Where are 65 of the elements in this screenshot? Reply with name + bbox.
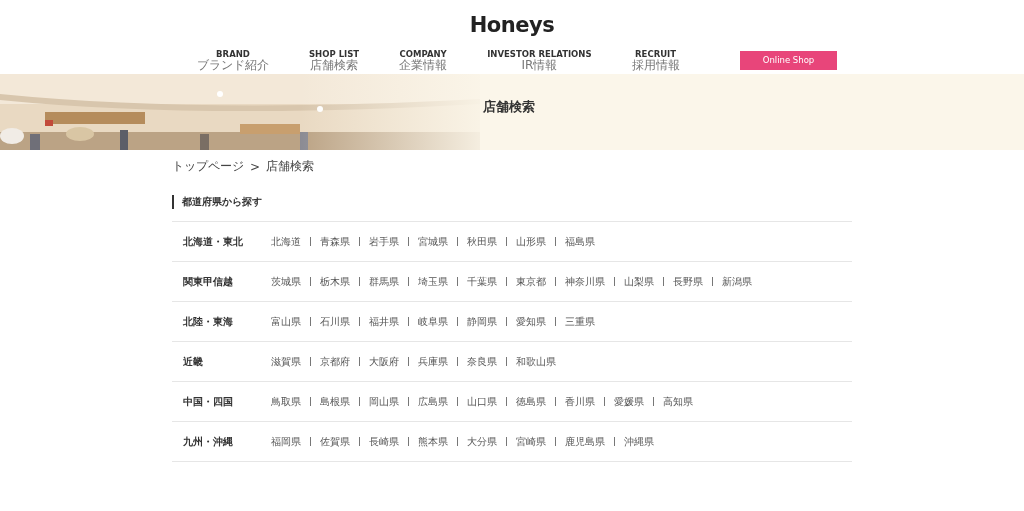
prefecture-link[interactable]: 秋田県 <box>467 234 497 249</box>
section-heading: 都道府県から探す <box>172 195 852 209</box>
prefecture-link[interactable]: 高知県 <box>663 394 693 409</box>
prefecture-link[interactable]: 神奈川県 <box>565 274 605 289</box>
online-shop-button[interactable]: Online Shop <box>740 50 837 70</box>
prefecture-link[interactable]: 岐阜県 <box>418 314 448 329</box>
prefecture-link[interactable]: 熊本県 <box>418 434 448 449</box>
prefecture-link[interactable]: 沖縄県 <box>624 434 654 449</box>
prefecture-link[interactable]: 滋賀県 <box>271 354 301 369</box>
prefecture-link[interactable]: 北海道 <box>271 234 301 249</box>
region-label: 北海道・東北 <box>183 234 244 249</box>
prefecture-link[interactable]: 宮崎県 <box>516 434 546 449</box>
prefecture-link[interactable]: 鳥取県 <box>271 394 301 409</box>
logo[interactable]: Honeys <box>469 12 555 38</box>
region-label: 北陸・東海 <box>183 314 234 329</box>
breadcrumb-current: 店舗検索 <box>266 158 315 175</box>
region-label: 近畿 <box>183 354 204 369</box>
prefecture-link[interactable]: 岩手県 <box>369 234 399 249</box>
prefecture-link[interactable]: 奈良県 <box>467 354 497 369</box>
region-label: 九州・沖縄 <box>183 434 234 449</box>
prefecture-link[interactable]: 福島県 <box>565 234 595 249</box>
prefecture-link[interactable]: 香川県 <box>565 394 595 409</box>
prefecture-link[interactable]: 愛媛県 <box>614 394 644 409</box>
prefecture-link[interactable]: 長崎県 <box>369 434 399 449</box>
nav-link[interactable]: COMPANY 企業情報 <box>399 48 448 72</box>
prefecture-link[interactable]: 和歌山県 <box>516 354 556 369</box>
prefecture-link[interactable]: 新潟県 <box>722 274 752 289</box>
prefecture-link[interactable]: 山口県 <box>467 394 497 409</box>
nav-link[interactable]: SHOP LIST 店舗検索 <box>309 48 360 72</box>
prefecture-link[interactable]: 富山県 <box>271 314 301 329</box>
prefecture-link[interactable]: 福岡県 <box>271 434 301 449</box>
breadcrumb-link[interactable]: トップページ <box>172 158 244 175</box>
prefecture-link[interactable]: 山梨県 <box>624 274 654 289</box>
prefecture-link[interactable]: 静岡県 <box>467 314 497 329</box>
prefecture-link[interactable]: 岡山県 <box>369 394 399 409</box>
prefecture-link[interactable]: 山形県 <box>516 234 546 249</box>
page-title: 店舗検索 <box>483 98 535 116</box>
prefecture-link[interactable]: 兵庫県 <box>418 354 448 369</box>
prefecture-link[interactable]: 長野県 <box>673 274 703 289</box>
region-label: 中国・四国 <box>183 394 234 409</box>
prefecture-link[interactable]: 島根県 <box>320 394 350 409</box>
prefecture-link[interactable]: 愛知県 <box>516 314 546 329</box>
prefecture-link[interactable]: 大分県 <box>467 434 497 449</box>
prefecture-link[interactable]: 青森県 <box>320 234 350 249</box>
nav-link[interactable]: BRAND ブランド紹介 <box>197 48 269 72</box>
prefecture-link[interactable]: 栃木県 <box>320 274 350 289</box>
prefecture-link[interactable]: 石川県 <box>320 314 350 329</box>
prefecture-link[interactable]: 茨城県 <box>271 274 301 289</box>
nav-link[interactable]: INVESTOR RELATIONS IR情報 <box>487 48 592 72</box>
prefecture-link[interactable]: 佐賀県 <box>320 434 350 449</box>
breadcrumb-separator: > <box>250 159 261 174</box>
region-label: 関東甲信越 <box>183 274 234 289</box>
prefecture-link[interactable]: 三重県 <box>565 314 595 329</box>
prefecture-link[interactable]: 徳島県 <box>516 394 546 409</box>
prefecture-link[interactable]: 群馬県 <box>369 274 399 289</box>
prefecture-link[interactable]: 埼玉県 <box>418 274 448 289</box>
prefecture-link[interactable]: 福井県 <box>369 314 399 329</box>
prefecture-link[interactable]: 京都府 <box>320 354 350 369</box>
prefecture-link[interactable]: 宮城県 <box>418 234 448 249</box>
prefecture-link[interactable]: 鹿児島県 <box>565 434 605 449</box>
prefecture-link[interactable]: 東京都 <box>516 274 546 289</box>
prefecture-link[interactable]: 千葉県 <box>467 274 497 289</box>
nav-link[interactable]: RECRUIT 採用情報 <box>631 48 680 72</box>
prefecture-link[interactable]: 大阪府 <box>369 354 399 369</box>
prefecture-link[interactable]: 広島県 <box>418 394 448 409</box>
